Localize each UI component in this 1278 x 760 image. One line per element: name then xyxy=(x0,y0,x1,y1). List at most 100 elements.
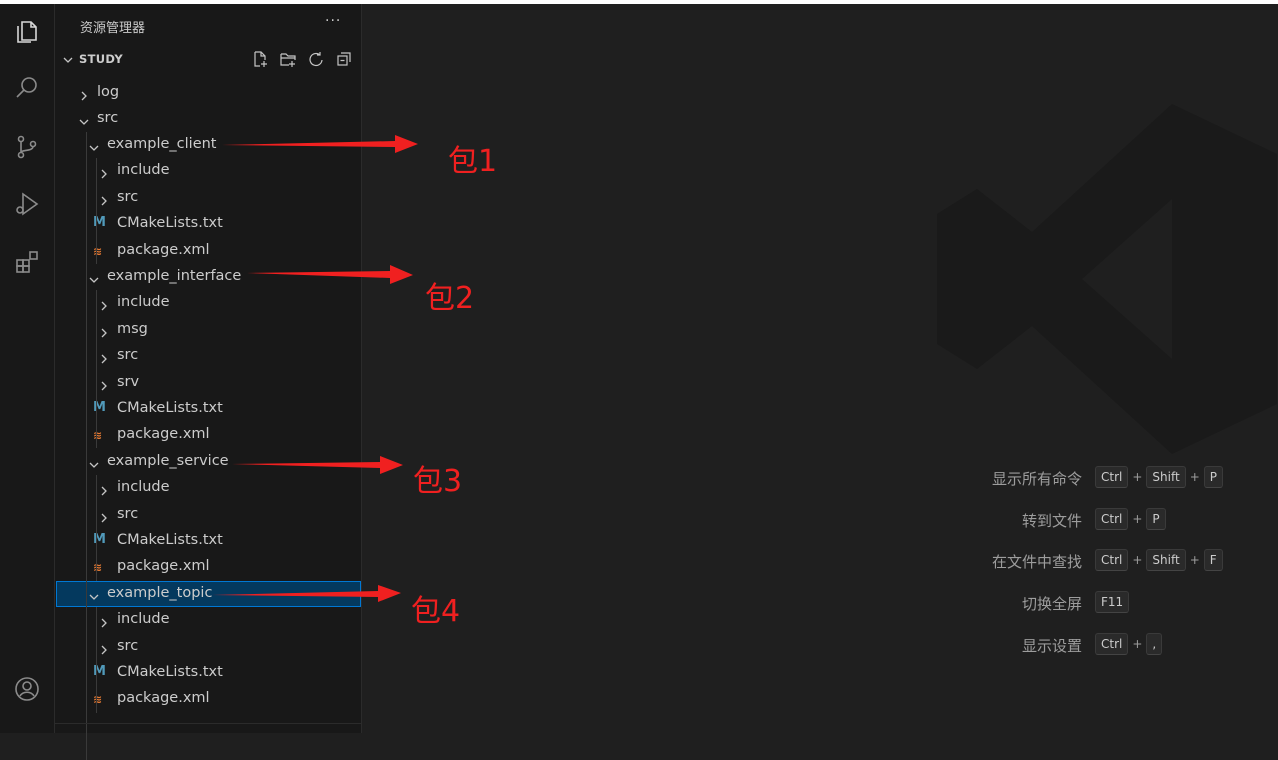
tree-item-label: srv xyxy=(117,374,140,390)
tree-item-label: example_client xyxy=(107,136,217,152)
tree-file-row[interactable]: ≋ package.xml xyxy=(56,238,361,264)
chevron-right-icon xyxy=(98,350,110,364)
run-debug-icon[interactable] xyxy=(9,186,45,222)
tree-item-label: CMakeLists.txt xyxy=(117,532,223,548)
xml-file-icon: ≋ xyxy=(93,245,103,258)
new-file-icon[interactable] xyxy=(249,49,271,69)
key-plus: + xyxy=(1132,637,1143,651)
key-plus: + xyxy=(1132,470,1143,484)
tree-item-label: src xyxy=(97,110,119,126)
tree-item-label: example_topic xyxy=(107,585,213,601)
tree-folder-row[interactable]: example_topic xyxy=(56,581,361,607)
collapse-all-icon[interactable] xyxy=(333,49,355,69)
tree-folder-row[interactable]: example_service xyxy=(56,449,361,475)
tree-file-row[interactable]: ≋ package.xml xyxy=(56,554,361,580)
annotation-label-1: 包1 xyxy=(448,144,498,179)
keybinding-key: F11 xyxy=(1095,591,1130,613)
extensions-icon[interactable] xyxy=(9,244,45,280)
xml-file-icon: ≋ xyxy=(93,561,103,574)
tree-item-label: include xyxy=(117,611,170,627)
sidebar-title: 资源管理器 xyxy=(80,21,146,36)
explorer-icon[interactable] xyxy=(9,14,45,50)
key-plus: + xyxy=(1189,470,1200,484)
shortcut-row: 切换全屏 xyxy=(362,591,1082,613)
tree-item-label: include xyxy=(117,294,170,310)
chevron-right-icon xyxy=(98,482,110,496)
refresh-icon[interactable] xyxy=(305,49,327,69)
activity-bar xyxy=(0,4,55,733)
chevron-right-icon xyxy=(98,324,110,338)
tree-file-row[interactable]: ≋ package.xml xyxy=(56,422,361,448)
tree-item-label: log xyxy=(97,84,120,100)
outline-section-divider xyxy=(55,723,361,734)
chevron-down-icon xyxy=(78,113,90,125)
tree-folder-row[interactable]: src xyxy=(56,106,361,132)
tree-folder-row[interactable]: src xyxy=(56,343,361,369)
annotation-label-3: 包3 xyxy=(413,464,463,499)
tree-folder-row[interactable]: log xyxy=(56,80,361,106)
tree-folder-row[interactable]: src xyxy=(56,185,361,211)
tree-item-label: CMakeLists.txt xyxy=(117,400,223,416)
chevron-right-icon xyxy=(98,297,110,311)
tree-folder-row[interactable]: srv xyxy=(56,370,361,396)
accounts-icon[interactable] xyxy=(9,671,45,707)
chevron-right-icon xyxy=(98,641,110,655)
tree-item-label: include xyxy=(117,162,170,178)
keybinding-key: P xyxy=(1146,508,1166,530)
indent-guide xyxy=(96,475,97,581)
more-actions-button[interactable]: ··· xyxy=(325,13,341,29)
keybinding-key: , xyxy=(1146,633,1163,655)
tree-item-label: example_service xyxy=(107,453,229,469)
keybinding-key: F xyxy=(1203,549,1223,571)
source-control-icon[interactable] xyxy=(9,129,45,165)
shortcut-row: 显示设置 xyxy=(362,633,1082,655)
tree-folder-row[interactable]: include xyxy=(56,158,361,184)
tree-folder-row[interactable]: src xyxy=(56,634,361,660)
tree-folder-row[interactable]: include xyxy=(56,607,361,633)
tree-folder-row[interactable]: example_interface xyxy=(56,264,361,290)
tree-file-row[interactable]: M CMakeLists.txt xyxy=(56,211,361,237)
editor-welcome-area: 显示所有命令 Ctrl + Shift + P 转到文件 Ctrl + P 在文件中查找 Ctrl + S… xyxy=(362,4,1278,733)
vscode-logo-watermark xyxy=(937,104,1277,454)
shortcut-label: 切换全屏 xyxy=(1021,595,1082,613)
tree-folder-row[interactable]: include xyxy=(56,475,361,501)
tree-file-row[interactable]: M CMakeLists.txt xyxy=(56,528,361,554)
tree-file-row[interactable]: M CMakeLists.txt xyxy=(56,660,361,686)
chevron-down-icon xyxy=(88,271,100,283)
workspace-section-header[interactable]: STUDY xyxy=(55,46,361,72)
keybinding-key: Ctrl xyxy=(1095,466,1129,488)
tree-file-row[interactable]: ≋ package.xml xyxy=(56,686,361,712)
sidebar-header: 资源管理器 ··· xyxy=(55,4,361,46)
chevron-right-icon xyxy=(78,87,90,101)
chevron-down-icon xyxy=(62,51,74,70)
indent-guide xyxy=(96,158,97,264)
shortcut-row: 在文件中查找 xyxy=(362,549,1082,571)
shortcut-keys: Ctrl +, xyxy=(1095,633,1163,655)
tree-item-label: msg xyxy=(117,321,148,337)
tree-item-label: package.xml xyxy=(117,558,210,574)
xml-file-icon: ≋ xyxy=(93,693,103,706)
tree-item-label: src xyxy=(117,189,139,205)
shortcut-row: 转到文件 xyxy=(362,508,1082,530)
tree-file-row[interactable]: M CMakeLists.txt xyxy=(56,396,361,422)
tree-folder-row[interactable]: example_client xyxy=(56,132,361,158)
chevron-right-icon xyxy=(98,509,110,523)
key-plus: + xyxy=(1189,553,1200,567)
tree-folder-row[interactable]: src xyxy=(56,502,361,528)
cmake-file-icon: M xyxy=(93,215,106,230)
search-icon[interactable] xyxy=(9,70,45,106)
tree-folder-row[interactable]: msg xyxy=(56,317,361,343)
keybinding-key: Shift xyxy=(1146,466,1186,488)
explorer-sidebar: 资源管理器 ··· STUDY log src example_clientincl… xyxy=(55,4,362,760)
tree-item-label: CMakeLists.txt xyxy=(117,664,223,680)
shortcut-label: 显示设置 xyxy=(1021,637,1082,655)
annotation-label-4: 包4 xyxy=(411,594,461,629)
tree-item-label: CMakeLists.txt xyxy=(117,215,223,231)
keybinding-key: P xyxy=(1203,466,1224,488)
new-folder-icon[interactable] xyxy=(277,49,299,69)
annotation-label-2: 包2 xyxy=(425,281,475,316)
chevron-right-icon xyxy=(98,165,110,179)
shortcut-keys: Ctrl + P xyxy=(1095,508,1166,530)
xml-file-icon: ≋ xyxy=(93,429,103,442)
tree-folder-row[interactable]: include xyxy=(56,290,361,316)
